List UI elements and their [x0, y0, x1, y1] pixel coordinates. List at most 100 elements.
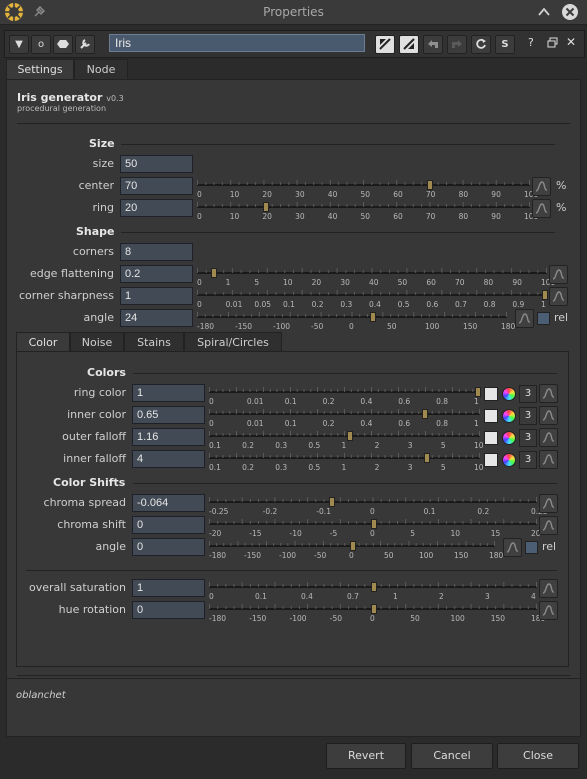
- slider-handle[interactable]: [421, 409, 428, 419]
- undo-icon[interactable]: [423, 35, 443, 54]
- revert-button[interactable]: Revert: [326, 743, 406, 769]
- revert-icon[interactable]: [471, 35, 491, 54]
- param-slider[interactable]: 0.1 0.2 0.3 0.5 1 2 3 5 10: [209, 452, 484, 474]
- color-wheel-icon[interactable]: [502, 387, 516, 401]
- cancel-button[interactable]: Cancel: [411, 743, 493, 769]
- wrench-icon[interactable]: [75, 35, 95, 54]
- param-slider[interactable]: -20 -15 -10 -5 0 5 10 15 20: [209, 518, 541, 540]
- shape-section-title: Shape: [76, 225, 115, 238]
- slider-handle[interactable]: [424, 453, 431, 463]
- param-slider[interactable]: -180-150-100-50050100150180: [197, 311, 515, 333]
- rel-checkbox[interactable]: [537, 312, 550, 325]
- param-value-input[interactable]: [120, 177, 193, 195]
- param-slider[interactable]: 0 0.1 0.4 0.7 1 2 3 4: [209, 581, 537, 603]
- channel-count-button[interactable]: 3: [519, 407, 537, 425]
- param-value-input[interactable]: [132, 428, 205, 446]
- tab-node[interactable]: Node: [74, 59, 128, 79]
- close-button[interactable]: Close: [497, 743, 579, 769]
- animation-curve-icon[interactable]: [539, 384, 558, 403]
- tab-noise[interactable]: Noise: [70, 332, 124, 352]
- channel-count-button[interactable]: 3: [519, 451, 537, 469]
- animation-curve-icon[interactable]: [532, 199, 551, 218]
- menu-triangle-icon[interactable]: ▼: [9, 35, 29, 54]
- animation-curve-icon[interactable]: [539, 428, 558, 447]
- color-swatch[interactable]: [484, 409, 498, 423]
- param-value-input[interactable]: [132, 538, 205, 556]
- animation-curve-icon[interactable]: [515, 309, 534, 328]
- slider-handle[interactable]: [210, 268, 217, 278]
- color-swatch[interactable]: [484, 453, 498, 467]
- param-value-input[interactable]: [132, 406, 205, 424]
- param-value-input[interactable]: [120, 265, 193, 283]
- param-slider[interactable]: 0 0.01 0.05 0.1 0.2 0.3 0.4 0.5 0.6 0.7 0.8 0.9 1: [197, 289, 548, 311]
- param-slider[interactable]: 0 0.01 0.1 0.2 0.4 0.6 0.8 1: [209, 408, 480, 430]
- param-value-input[interactable]: [132, 384, 205, 402]
- view-icon-2[interactable]: [399, 35, 419, 54]
- chevron-up-icon[interactable]: [537, 5, 551, 22]
- animation-curve-icon[interactable]: [539, 450, 558, 469]
- param-slider[interactable]: 0102030405060708090100: [197, 179, 538, 201]
- slider-handle[interactable]: [475, 387, 481, 397]
- color-swatch[interactable]: [484, 431, 498, 445]
- slider-handle[interactable]: [370, 582, 377, 592]
- s-icon[interactable]: S: [495, 35, 515, 54]
- node-name-input[interactable]: [109, 34, 365, 52]
- slider-tick-label: -50: [311, 322, 324, 331]
- color-wheel-icon[interactable]: [502, 453, 516, 467]
- slider-handle[interactable]: [542, 290, 548, 300]
- animation-curve-icon[interactable]: [539, 494, 558, 513]
- param-slider[interactable]: 0.1 0.2 0.3 0.5 1 2 3 5 10: [209, 430, 484, 452]
- tab-color[interactable]: Color: [16, 332, 70, 353]
- tab-spiral-circles[interactable]: Spiral/Circles: [184, 332, 282, 352]
- close-icon[interactable]: [561, 3, 579, 24]
- param-value-input[interactable]: [120, 287, 193, 305]
- param-slider[interactable]: 015102030405060708090100: [197, 267, 555, 289]
- param-value-input[interactable]: [132, 450, 205, 468]
- animation-curve-icon[interactable]: [549, 265, 568, 284]
- param-value-input[interactable]: [120, 309, 193, 327]
- param-value-input[interactable]: [120, 155, 193, 173]
- param-value-input[interactable]: [132, 601, 205, 619]
- slider-handle[interactable]: [370, 519, 377, 529]
- help-icon[interactable]: ?: [528, 36, 534, 49]
- param-value-input[interactable]: [120, 243, 193, 261]
- slider-handle[interactable]: [349, 541, 356, 551]
- slider-handle[interactable]: [328, 497, 335, 507]
- tab-stains[interactable]: Stains: [124, 332, 184, 352]
- param-value-input[interactable]: [120, 199, 193, 217]
- animation-curve-icon[interactable]: [539, 406, 558, 425]
- animation-curve-icon[interactable]: [503, 538, 522, 557]
- param-slider[interactable]: -180-150-100-50050100150180: [209, 603, 545, 625]
- param-slider[interactable]: 0 0.01 0.1 0.2 0.4 0.6 0.8 1: [209, 386, 481, 408]
- animation-curve-icon[interactable]: [549, 287, 568, 306]
- animation-curve-icon[interactable]: [539, 579, 558, 598]
- circle-icon[interactable]: o: [31, 35, 51, 54]
- animation-curve-icon[interactable]: [539, 601, 558, 620]
- param-value-input[interactable]: [132, 516, 205, 534]
- view-icon[interactable]: [375, 35, 395, 54]
- param-slider[interactable]: -180-150-100-50050100150180: [209, 540, 503, 562]
- tab-settings[interactable]: Settings: [6, 59, 74, 79]
- slider-handle[interactable]: [426, 180, 433, 190]
- redo-icon[interactable]: [447, 35, 467, 54]
- node-icon[interactable]: [53, 35, 73, 54]
- rel-checkbox[interactable]: [525, 541, 538, 554]
- channel-count-button[interactable]: 3: [519, 429, 537, 447]
- panel-close-icon[interactable]: ✕: [566, 35, 576, 49]
- slider-handle[interactable]: [262, 202, 269, 212]
- slider-handle[interactable]: [370, 604, 377, 614]
- param-value-input[interactable]: [132, 579, 205, 597]
- color-swatch[interactable]: [484, 387, 498, 401]
- channel-count-button[interactable]: 3: [519, 385, 537, 403]
- animation-curve-icon[interactable]: [539, 516, 558, 535]
- param-slider[interactable]: -0.25-0.2-0.100.10.20.25: [209, 496, 548, 518]
- animation-curve-icon[interactable]: [532, 177, 551, 196]
- slider-tick-label: 0: [197, 278, 202, 287]
- color-wheel-icon[interactable]: [502, 409, 516, 423]
- param-value-input[interactable]: [132, 494, 205, 512]
- param-slider[interactable]: 0102030405060708090100: [197, 201, 538, 223]
- color-wheel-icon[interactable]: [502, 431, 516, 445]
- slider-handle[interactable]: [369, 312, 376, 322]
- float-icon[interactable]: [547, 37, 558, 51]
- slider-handle[interactable]: [347, 431, 354, 441]
